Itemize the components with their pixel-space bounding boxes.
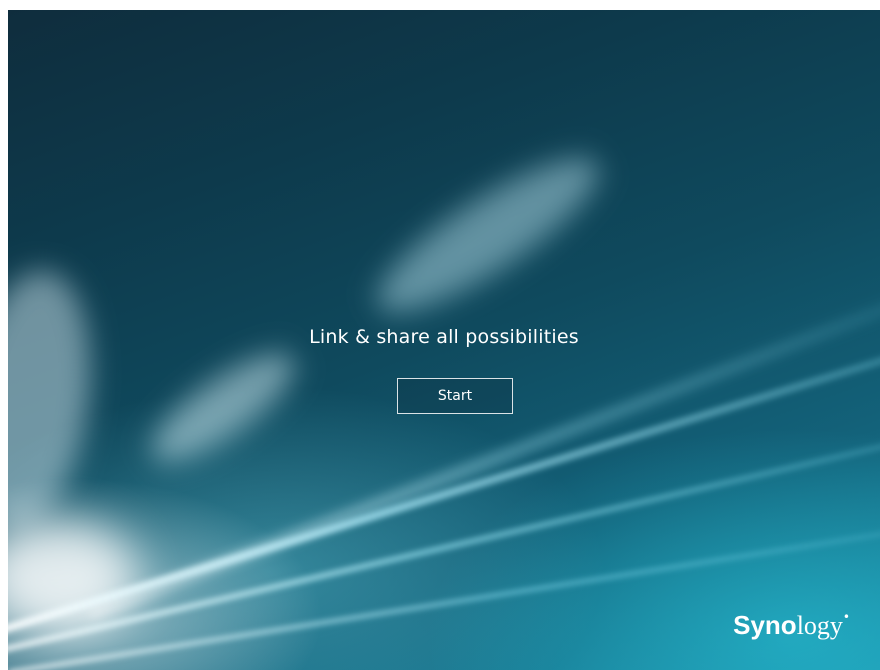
welcome-tagline: Link & share all possibilities bbox=[309, 326, 579, 348]
background-light-glow bbox=[8, 520, 138, 630]
background-light-streak bbox=[137, 336, 309, 479]
background-light-streak bbox=[8, 262, 106, 538]
start-button[interactable]: Start bbox=[397, 378, 513, 414]
logo-text-bold: Syno bbox=[733, 610, 797, 640]
synology-logo: Synology• bbox=[733, 610, 850, 641]
background-light-streak bbox=[359, 134, 617, 336]
logo-mark-icon: • bbox=[842, 610, 850, 624]
logo-text-light: logy bbox=[796, 611, 843, 640]
welcome-screen: Link & share all possibilities Start Syn… bbox=[8, 10, 880, 670]
background-light-beam bbox=[8, 513, 880, 670]
